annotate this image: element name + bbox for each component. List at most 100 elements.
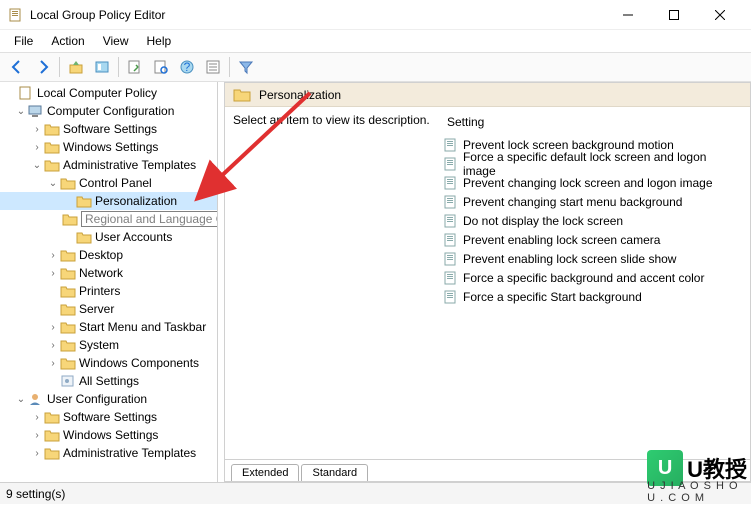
tree-cc-admin-templates[interactable]: ⌄ Administrative Templates (0, 156, 217, 174)
folder-icon (60, 248, 76, 262)
tree-win-components[interactable]: ›Windows Components (0, 354, 217, 372)
tree-cc-software[interactable]: › Software Settings (0, 120, 217, 138)
policy-icon (18, 86, 34, 100)
titlebar: Local Group Policy Editor (0, 0, 751, 30)
chevron-right-icon[interactable]: › (30, 122, 44, 136)
chevron-down-icon[interactable]: ⌄ (14, 392, 28, 406)
up-icon[interactable] (64, 55, 88, 79)
chevron-down-icon[interactable]: ⌄ (30, 158, 44, 172)
setting-row[interactable]: Force a specific Start background (443, 287, 742, 306)
policy-item-icon (443, 271, 459, 285)
chevron-right-icon[interactable]: › (30, 446, 44, 460)
folder-icon (60, 176, 76, 190)
menu-action[interactable]: Action (43, 32, 92, 50)
properties-icon[interactable] (201, 55, 225, 79)
statusbar: 9 setting(s) (0, 482, 751, 504)
folder-icon (60, 320, 76, 334)
tab-extended[interactable]: Extended (231, 464, 299, 481)
tree-printers[interactable]: Printers (0, 282, 217, 300)
folder-icon (76, 230, 92, 244)
menu-file[interactable]: File (6, 32, 41, 50)
folder-icon (44, 428, 60, 442)
menu-view[interactable]: View (95, 32, 137, 50)
tree-system[interactable]: ›System (0, 336, 217, 354)
tree-network[interactable]: ›Network (0, 264, 217, 282)
tree-all-settings[interactable]: All Settings (0, 372, 217, 390)
setting-label: Force a specific default lock screen and… (463, 150, 742, 178)
menu-help[interactable]: Help (139, 32, 180, 50)
tree-regional[interactable]: Regional and Language Options (0, 210, 217, 228)
setting-row[interactable]: Force a specific background and accent c… (443, 268, 742, 287)
chevron-right-icon[interactable]: › (46, 356, 60, 370)
content-title: Personalization (259, 88, 341, 102)
setting-row[interactable]: Prevent changing lock screen and logon i… (443, 173, 742, 192)
policy-item-icon (443, 176, 459, 190)
tree-computer-config[interactable]: ⌄ Computer Configuration (0, 102, 217, 120)
tree-cc-windows[interactable]: › Windows Settings (0, 138, 217, 156)
policy-item-icon (443, 290, 459, 304)
tree-desktop[interactable]: ›Desktop (0, 246, 217, 264)
folder-icon (60, 284, 76, 298)
window-title: Local Group Policy Editor (30, 8, 605, 22)
chevron-right-icon[interactable]: › (46, 248, 60, 262)
folder-icon (62, 212, 78, 226)
tree-uc-windows[interactable]: ›Windows Settings (0, 426, 217, 444)
computer-icon (28, 104, 44, 118)
chevron-right-icon[interactable]: › (30, 140, 44, 154)
setting-row[interactable]: Prevent changing start menu background (443, 192, 742, 211)
setting-row[interactable]: Prevent enabling lock screen camera (443, 230, 742, 249)
chevron-right-icon[interactable]: › (30, 428, 44, 442)
tree-uc-software[interactable]: ›Software Settings (0, 408, 217, 426)
content-header: Personalization (225, 83, 750, 107)
folder-icon (60, 302, 76, 316)
chevron-down-icon[interactable]: ⌄ (14, 104, 28, 118)
tab-standard[interactable]: Standard (301, 464, 368, 481)
minimize-button[interactable] (605, 0, 651, 30)
column-setting[interactable]: Setting (443, 113, 742, 135)
export-icon[interactable] (123, 55, 147, 79)
filter-icon[interactable] (234, 55, 258, 79)
main: Local Computer Policy ⌄ Computer Configu… (0, 82, 751, 482)
tree-user-config[interactable]: ⌄ User Configuration (0, 390, 217, 408)
setting-row[interactable]: Force a specific default lock screen and… (443, 154, 742, 173)
tree-personalization[interactable]: Personalization (0, 192, 217, 210)
tree-control-panel[interactable]: ⌄ Control Panel (0, 174, 217, 192)
close-button[interactable] (697, 0, 743, 30)
chevron-right-icon[interactable]: › (30, 410, 44, 424)
chevron-right-icon[interactable]: › (46, 338, 60, 352)
folder-icon (76, 194, 92, 208)
policy-item-icon (443, 157, 459, 171)
back-icon[interactable] (5, 55, 29, 79)
tree-pane[interactable]: Local Computer Policy ⌄ Computer Configu… (0, 82, 218, 482)
tree-start-taskbar[interactable]: ›Start Menu and Taskbar (0, 318, 217, 336)
settings-list[interactable]: Setting Prevent lock screen background m… (443, 113, 742, 453)
chevron-down-icon[interactable]: ⌄ (46, 176, 60, 190)
help-icon[interactable]: ? (175, 55, 199, 79)
policy-item-icon (443, 138, 459, 152)
tree-root[interactable]: Local Computer Policy (0, 84, 217, 102)
tree-uc-admin-templates[interactable]: ›Administrative Templates (0, 444, 217, 462)
chevron-right-icon[interactable]: › (46, 320, 60, 334)
svg-text:?: ? (184, 60, 191, 74)
settings-icon (60, 374, 76, 388)
folder-icon (44, 410, 60, 424)
setting-row[interactable]: Do not display the lock screen (443, 211, 742, 230)
folder-icon (233, 87, 251, 103)
setting-label: Do not display the lock screen (463, 214, 623, 228)
setting-label: Prevent changing start menu background (463, 195, 682, 209)
menubar: File Action View Help (0, 30, 751, 52)
folder-icon (44, 122, 60, 136)
description-text: Select an item to view its description. (233, 113, 443, 453)
tree-server[interactable]: Server (0, 300, 217, 318)
maximize-button[interactable] (651, 0, 697, 30)
options-icon[interactable] (90, 55, 114, 79)
user-icon (28, 392, 44, 406)
folder-icon (44, 446, 60, 460)
chevron-right-icon[interactable]: › (46, 266, 60, 280)
refresh-icon[interactable] (149, 55, 173, 79)
setting-row[interactable]: Prevent enabling lock screen slide show (443, 249, 742, 268)
policy-item-icon (443, 195, 459, 209)
forward-icon[interactable] (31, 55, 55, 79)
tree-user-accounts[interactable]: User Accounts (0, 228, 217, 246)
toolbar: ? (0, 52, 751, 82)
